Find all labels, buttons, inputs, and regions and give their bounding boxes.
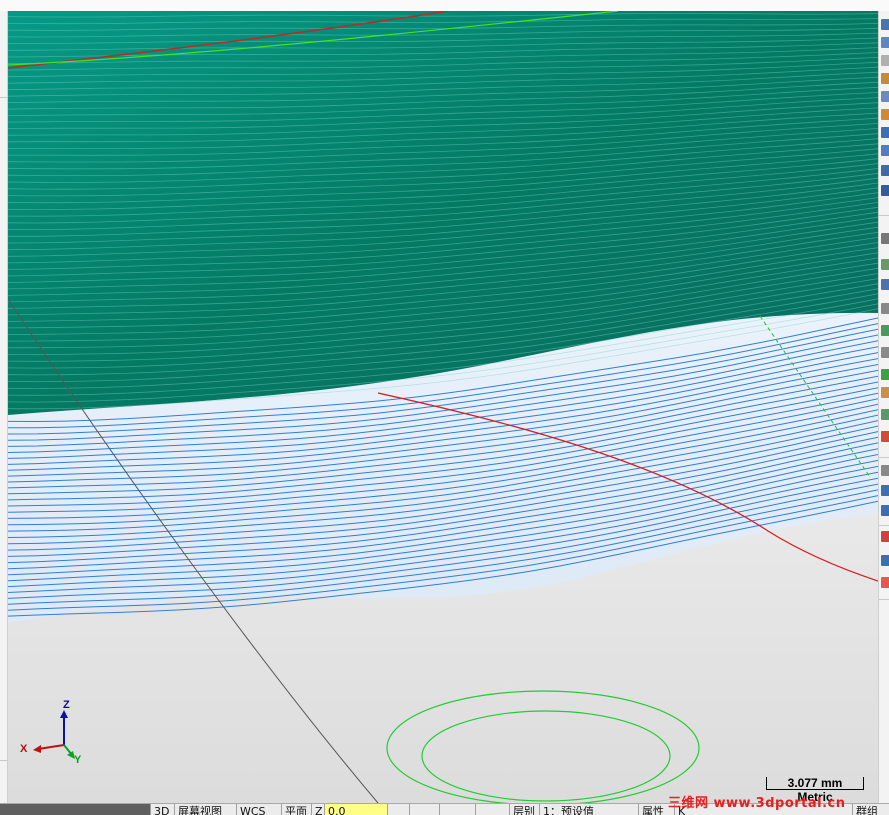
panel-tool-icon[interactable] [881,387,889,398]
graphics-viewport[interactable]: Z X Y 3.077 mm Metric [8,11,878,803]
panel-separator [879,599,889,600]
panel-tool-icon[interactable] [881,531,889,542]
wireframe-icon[interactable] [409,804,439,815]
panel-tool-icon[interactable] [881,165,889,176]
panel-tool-icon[interactable] [881,55,889,66]
panel-tool-icon[interactable] [881,555,889,566]
inner-green-circle [421,710,671,802]
panel-tool-icon[interactable] [881,109,889,120]
panel-tool-icon[interactable] [881,233,889,244]
top-strip [0,0,889,11]
panel-tool-icon[interactable] [881,485,889,496]
panel-tool-icon[interactable] [881,37,889,48]
panel-tool-icon[interactable] [881,369,889,380]
axis-triad [33,710,75,759]
panel-tool-icon[interactable] [881,465,889,476]
translucent-icon[interactable] [475,804,509,815]
panel-tool-icon[interactable] [881,279,889,290]
z-label: Z [311,804,324,815]
panel-separator [879,457,889,458]
panel-tool-icon[interactable] [881,145,889,156]
panel-tool-icon[interactable] [881,91,889,102]
panel-separator [879,215,889,216]
panel-tool-icon[interactable] [881,325,889,336]
shading-button-1[interactable] [387,804,409,815]
panel-tool-icon[interactable] [881,505,889,516]
plane-button[interactable]: 平面 [281,804,311,815]
panel-divider [0,760,8,761]
z-depth-input[interactable]: 0.0 [324,804,387,815]
scene-canvas[interactable] [8,11,878,803]
panel-tool-icon[interactable] [881,185,889,196]
panel-tool-icon[interactable] [881,303,889,314]
panel-tool-icon[interactable] [881,259,889,270]
axis-x-label: X [20,743,28,755]
layer-button[interactable]: 层别 [509,804,539,815]
group-button[interactable]: 群组 [852,804,889,815]
panel-tool-icon[interactable] [881,347,889,358]
panel-tool-icon[interactable] [881,19,889,30]
panel-tool-icon[interactable] [881,127,889,138]
view-3d-button[interactable]: 3D [150,804,174,815]
right-side-panel [878,11,889,803]
scale-bar-value: 3.077 mm [787,776,843,790]
axis-z-label: Z [63,699,70,711]
panel-tool-icon[interactable] [881,431,889,442]
outer-green-circle [386,690,700,803]
statusbar-left-area [0,804,150,815]
panel-separator [879,525,889,526]
panel-tool-icon[interactable] [881,73,889,84]
layer-value-field[interactable]: 1：预设值 [539,804,638,815]
left-panel-edge [0,11,8,803]
shaded-icon[interactable] [439,804,475,815]
panel-tool-icon[interactable] [881,409,889,420]
panel-divider [0,97,8,98]
wcs-button[interactable]: WCS [236,804,281,815]
watermark: 三维网 www.3dportal.cn [668,796,846,811]
panel-tool-icon[interactable] [881,577,889,588]
screen-view-button[interactable]: 屏幕视图 [174,804,236,815]
axis-y-label: Y [74,754,82,766]
